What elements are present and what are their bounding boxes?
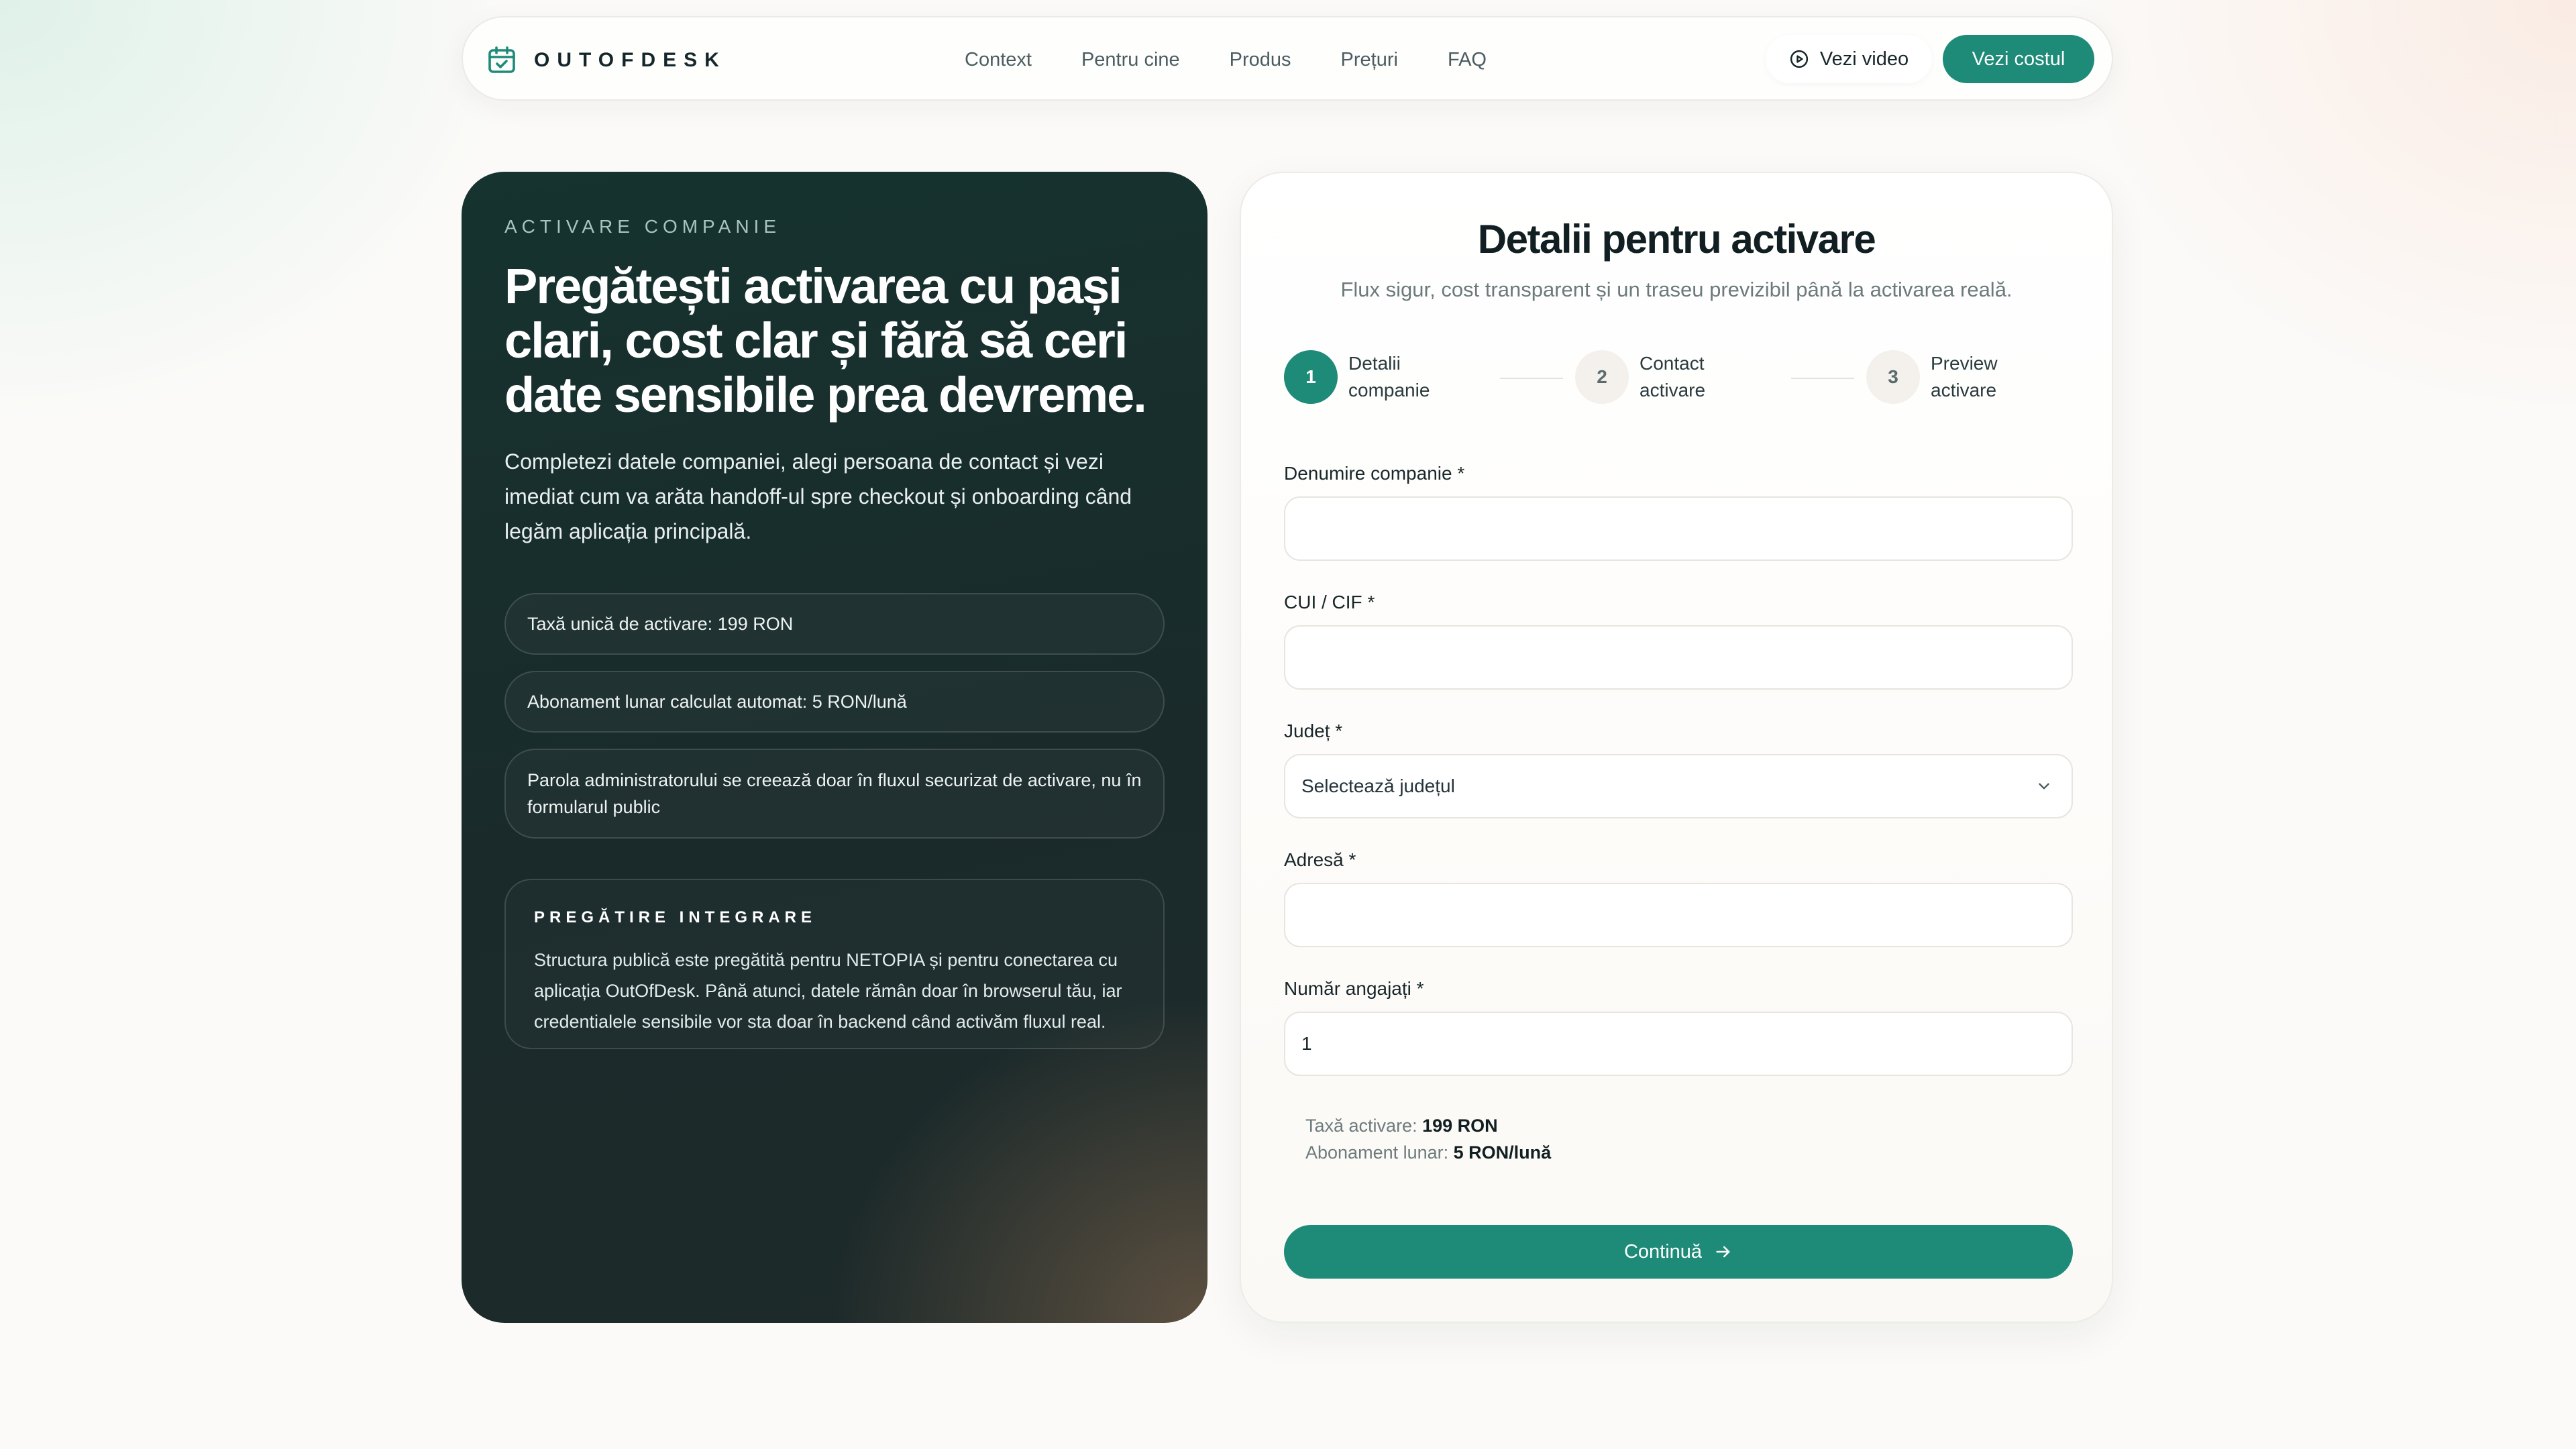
step-company-details[interactable]: 1 Detalii companie [1284,350,1483,404]
brand-logo[interactable]: OUTOFDESK [486,44,727,76]
nav-link-pentru-cine[interactable]: Pentru cine [1081,47,1180,72]
activation-fee-pill: Taxă unică de activare: 199 RON [504,593,1165,655]
chevron-down-icon [2039,783,2049,790]
watch-video-button[interactable]: Vezi video [1766,35,1932,83]
form-title: Detalii pentru activare [1477,217,1876,262]
watch-video-label: Vezi video [1819,48,1909,70]
brand-name: OUTOFDESK [534,49,727,71]
address-input[interactable] [1284,883,2073,947]
cui-label: CUI / CIF * [1284,592,1375,612]
step-number: 2 [1575,350,1629,404]
company-name-input[interactable] [1284,496,2073,561]
top-navbar: OUTOFDESK Context Pentru cine Produs Pre… [462,16,2113,101]
company-name-label: Denumire companie * [1284,463,1465,484]
step-preview-activation[interactable]: 3 Preview activare [1866,350,2065,404]
step-connector [1500,378,1563,379]
address-label: Adresă * [1284,849,1356,870]
arrow-right-icon [1716,1246,1730,1258]
nav-link-preturi[interactable]: Prețuri [1341,47,1398,72]
employees-label: Număr angajați * [1284,978,1424,999]
step-number: 3 [1866,350,1920,404]
step-label: Detalii companie [1348,353,1430,400]
employees-input[interactable] [1284,1012,2073,1076]
admin-password-pill: Parola administratorului se creează doar… [504,749,1165,839]
monthly-fee-label: Abonament lunar: [1305,1142,1449,1163]
integration-title: PREGĂTIRE INTEGRARE [534,908,817,926]
activation-form-card: Detalii pentru activare Flux sigur, cost… [1240,172,2113,1323]
view-cost-button[interactable]: Vezi costul [1943,35,2094,83]
integration-card: PREGĂTIRE INTEGRARE Structura publică es… [504,879,1165,1049]
activation-fee-row: Taxă activare: 199 RON [1305,1112,2073,1139]
activation-fee-label: Taxă activare: [1305,1116,1417,1136]
nav-link-produs[interactable]: Produs [1230,47,1291,72]
activation-fee-value: 199 RON [1422,1116,1498,1136]
hero-panel: ACTIVARE COMPANIE Pregătești activarea c… [462,172,1208,1323]
monthly-fee-value: 5 RON/lună [1453,1142,1552,1163]
cost-summary: Taxă activare: 199 RON Abonament lunar: … [1284,1112,2073,1166]
calendar-check-icon [488,46,515,73]
monthly-fee-row: Abonament lunar: 5 RON/lună [1305,1139,2073,1166]
continue-label: Continuă [1623,1240,1703,1263]
play-circle-icon [1790,50,1809,68]
main-nav: Context Pentru cine Produs Prețuri FAQ [965,47,1536,72]
form-subtitle: Flux sigur, cost transparent și un trase… [1340,278,2012,301]
county-select-value: Selectează județul [1301,775,1455,796]
county-select[interactable]: Selectează județul [1284,754,2073,818]
county-label: Județ * [1284,720,1343,741]
progress-stepper: 1 Detalii companie 2 Contact activare 3 … [1284,350,2073,407]
continue-button[interactable]: Continuă [1284,1225,2073,1279]
step-label: Contact activare [1640,353,1706,400]
step-label: Preview activare [1931,353,1998,400]
monthly-subscription-pill: Abonament lunar calculat automat: 5 RON/… [504,671,1165,733]
step-contact-activation[interactable]: 2 Contact activare [1575,350,1774,404]
hero-description: Completezi datele companiei, alegi perso… [504,449,1132,543]
hero-title: Pregătești activarea cu pași clari, cost… [504,258,1147,423]
nav-link-context[interactable]: Context [965,47,1032,72]
hero-eyebrow: ACTIVARE COMPANIE [504,216,782,237]
step-number: 1 [1284,350,1338,404]
step-connector [1791,378,1854,379]
nav-link-faq[interactable]: FAQ [1448,47,1487,72]
integration-text: Structura publică este pregătită pentru … [534,950,1122,1032]
cui-input[interactable] [1284,625,2073,690]
